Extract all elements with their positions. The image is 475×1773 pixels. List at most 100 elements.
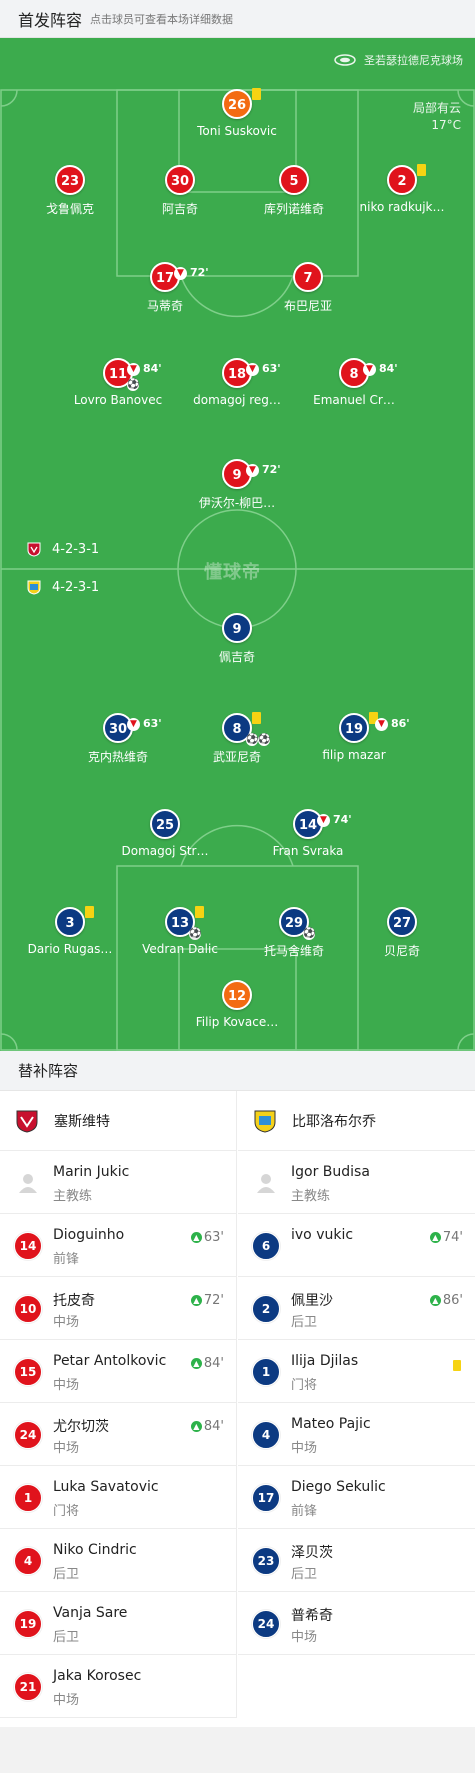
home-player[interactable]: 18 ▼ 63' domagoj reg… (182, 358, 292, 407)
yellow-card-icon (195, 906, 204, 918)
sub-player-position: 主教练 (291, 1189, 331, 1204)
away-team-header[interactable]: 比耶洛布尔乔 (238, 1091, 475, 1151)
home-player[interactable]: 7 布巴尼亚 (253, 262, 363, 314)
away-player[interactable]: 27 贝尼奇 (347, 907, 457, 959)
player-name: Filip Kovace… (195, 1015, 279, 1029)
player-name: Vedran Dalic (142, 942, 218, 956)
away-player[interactable]: 12 Filip Kovace… (182, 980, 292, 1029)
home-sub-row[interactable]: 4 Niko Cindric 后卫 (0, 1529, 236, 1592)
sub-player-name: 托皮奇 (53, 1293, 95, 1309)
away-player[interactable]: 14 ▼ 74' Fran Svraka (253, 809, 363, 858)
sub-player-name: 普希奇 (291, 1608, 333, 1624)
home-player[interactable]: 2 niko radkuјk… (347, 164, 457, 214)
sub-player-name: Igor Budisa (291, 1164, 370, 1180)
player-number: 29 ⚽ (279, 907, 315, 940)
away-sub-row[interactable]: 24 普希奇 中场 (238, 1592, 475, 1655)
away-sub-row[interactable]: 4 Mateo Pajic 中场 (238, 1403, 475, 1466)
home-sub-row[interactable]: 19 Vanja Sare 后卫 (0, 1592, 236, 1655)
sub-player-position: 中场 (291, 1630, 318, 1645)
home-sub-row[interactable]: 21 Jaka Korosec 中场 (0, 1655, 236, 1718)
substitution-off: ▼ 72' (246, 455, 281, 485)
away-formation-label: 4-2-3-1 (52, 579, 100, 595)
home-sub-row[interactable]: 15 Petar Antolkovic 中场 ▲ 84' (0, 1340, 236, 1403)
player-number: 18 ▼ 63' (222, 358, 281, 388)
sub-player-number: 1 (252, 1358, 280, 1386)
yellow-card-icon (85, 906, 94, 918)
sub-player-number: 17 (252, 1484, 280, 1512)
home-player[interactable]: 9 ▼ 72' 伊沃尔-柳巴… (182, 459, 292, 511)
own-goal-icon: ⚽ (189, 928, 202, 940)
substitution-time: 72' (262, 463, 281, 476)
away-player[interactable]: 30 ▼ 63' 克内热维奇 (63, 713, 173, 765)
sub-player-name: Dioguinho (53, 1227, 125, 1243)
away-sub-row[interactable]: 1 Ilija Djilas 门将 (238, 1340, 475, 1403)
sub-player-position: 门将 (53, 1504, 80, 1519)
player-name: 戈鲁佩克 (45, 202, 94, 216)
home-player[interactable]: 23 戈鲁佩克 (15, 165, 125, 217)
player-name: 布巴尼亚 (283, 299, 332, 313)
goal-ball-icon: ⚽ (127, 379, 140, 391)
away-team-name: 比耶洛布尔乔 (292, 1113, 376, 1130)
section-title: 首发阵容 (18, 10, 83, 30)
substitution-time: 63' (143, 717, 162, 730)
player-name: 库列诺维奇 (263, 202, 324, 216)
sub-on-time: ▲ 74' (429, 1230, 463, 1245)
coach-avatar-icon (257, 1174, 275, 1193)
sub-player-position: 中场 (291, 1441, 318, 1456)
home-player[interactable]: 30 阿吉奇 (125, 165, 235, 217)
sub-player-position: 后卫 (291, 1567, 318, 1582)
player-number: 9 (222, 613, 252, 643)
sub-off-icon: ▼ (246, 362, 259, 376)
goal-ball-icon: ⚽ (303, 928, 316, 940)
home-sub-row[interactable]: 10 托皮奇 中场 ▲ 72' (0, 1277, 236, 1340)
away-sub-row[interactable]: 6 ivo vukic ▲ 74' (238, 1214, 475, 1277)
away-sub-row[interactable]: 23 泽贝茨 后卫 (238, 1529, 475, 1592)
player-name: 马蒂奇 (146, 299, 183, 313)
goal-ball-icon: ⚽ (258, 734, 271, 746)
home-player[interactable]: 5 库列诺维奇 (239, 165, 349, 217)
sub-player-name: 佩里沙 (291, 1293, 333, 1309)
player-number: 30 ▼ 63' (103, 713, 162, 743)
home-player[interactable]: 17 ▼ 72' 马蒂奇 (110, 262, 220, 314)
home-team-header[interactable]: 塞斯维特 (0, 1091, 236, 1151)
sub-player-name: Diego Sekulic (291, 1479, 386, 1495)
sub-player-position: 中场 (53, 1693, 80, 1708)
player-number: 11 ▼ 84' ⚽ (103, 358, 162, 391)
player-number: 7 (293, 262, 323, 292)
player-name: 阿吉奇 (161, 202, 198, 216)
away-player[interactable]: 29 ⚽ 托马舍维奇 (239, 907, 349, 959)
away-player[interactable]: 8 ⚽ ⚽ 武亚尼奇 (182, 712, 292, 765)
section-subtitle: 点击球员可查看本场详细数据 (90, 12, 234, 26)
away-player[interactable]: 25 Domagoj Str… (110, 809, 220, 858)
home-sub-row[interactable]: 1 Luka Savatovic 门将 (0, 1466, 236, 1529)
sub-on-time: ▲ 72' (190, 1293, 224, 1308)
sub-player-number: 1 (14, 1484, 42, 1512)
home-player[interactable]: 26 Toni Suskovic (182, 88, 292, 138)
sub-on-time: ▲ 84' (190, 1419, 224, 1434)
sub-on-time: ▲ 84' (190, 1356, 224, 1371)
home-sub-row[interactable]: Marin Jukic 主教练 (0, 1151, 236, 1214)
sub-player-name: Vanja Sare (53, 1605, 128, 1621)
sub-off-icon: ▼ (375, 717, 388, 731)
sub-player-number: 15 (14, 1358, 42, 1386)
home-player[interactable]: 8 ▼ 84' Emanuel Cr… (299, 358, 409, 407)
sub-player-name: 泽贝茨 (291, 1545, 333, 1561)
player-name: Fran Svraka (272, 844, 344, 858)
sub-off-icon: ▼ (317, 813, 330, 827)
home-sub-row[interactable]: 14 Dioguinho 前锋 ▲ 63' (0, 1214, 236, 1277)
yellow-card-icon (453, 1360, 461, 1371)
away-player[interactable]: 19 ▼ 86' filip mazar (299, 712, 410, 762)
away-sub-row[interactable]: 17 Diego Sekulic 前锋 (238, 1466, 475, 1529)
away-player[interactable]: 9 佩吉奇 (182, 613, 292, 665)
away-sub-row[interactable]: Igor Budisa 主教练 (238, 1151, 475, 1214)
player-number: 19 ▼ 86' (339, 712, 410, 743)
home-sub-row[interactable]: 24 尤尔切茨 中场 ▲ 84' (0, 1403, 236, 1466)
away-sub-row[interactable]: 2 佩里沙 后卫 ▲ 86' (238, 1277, 475, 1340)
away-player[interactable]: 3 Dario Rugas… (15, 906, 125, 956)
away-player[interactable]: 13 ⚽ Vedran Dalic (125, 906, 235, 956)
home-player[interactable]: 11 ▼ 84' ⚽ Lovro Banovec (63, 358, 173, 407)
sub-player-name: Mateo Pajic (291, 1416, 371, 1432)
pitch: 圣若瑟拉德尼克球场 局部有云 17°C 懂球帝 4-2-3-1 4-2-3-1 … (0, 38, 475, 1051)
watermark-logo: 懂球帝 (204, 562, 261, 583)
player-name: domagoj reg… (193, 393, 281, 407)
